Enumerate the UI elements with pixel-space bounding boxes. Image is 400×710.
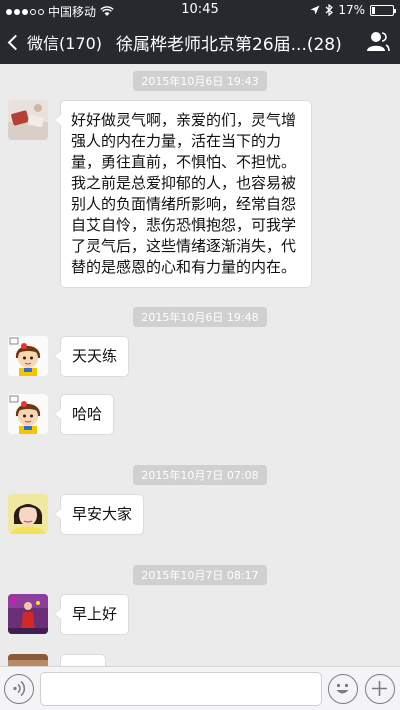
back-label: 微信(170): [27, 34, 103, 53]
photo-avatar-icon: [8, 654, 48, 666]
message-bubble[interactable]: [60, 654, 106, 666]
emoji-icon: [336, 683, 349, 694]
message-bubble[interactable]: 早上好: [53, 594, 130, 635]
voice-icon: [13, 680, 26, 697]
location-arrow-icon: [310, 5, 320, 15]
cartoon-girl-avatar-icon: [8, 394, 48, 434]
timestamp-label: 2015年10月6日 19:43: [133, 71, 267, 91]
message-bubble[interactable]: 哈哈: [53, 394, 115, 435]
message-row: 早安大家: [8, 494, 145, 535]
chevron-left-icon: [7, 34, 24, 50]
timestamp: 2015年10月7日 07:08: [0, 464, 400, 485]
timestamp-label: 2015年10月7日 07:08: [133, 465, 267, 485]
avatar[interactable]: [8, 654, 48, 666]
people-icon[interactable]: [366, 30, 390, 52]
voice-button[interactable]: [4, 674, 34, 704]
status-right: 17%: [310, 3, 396, 17]
plus-button[interactable]: [365, 674, 395, 704]
message-row-partial: [8, 654, 106, 666]
timestamp: 2015年10月6日 19:48: [0, 306, 400, 327]
emoji-button[interactable]: [328, 674, 358, 704]
timestamp-label: 2015年10月7日 08:17: [133, 565, 267, 585]
message-row: 哈哈: [8, 394, 115, 435]
battery-icon: [370, 4, 396, 16]
cartoon-girl-avatar-icon: [8, 336, 48, 376]
avatar[interactable]: [8, 100, 48, 140]
message-bubble[interactable]: 早安大家: [53, 494, 145, 535]
bluetooth-icon: [325, 4, 334, 16]
message-row: 好好做灵气啊，亲爱的们，灵气增强人的内在力量，活在当下的力量，勇往直前，不惧怕、…: [8, 100, 312, 288]
top-bar: 中国移动 10:45 17% 微信(170) 徐属桦老师北京第26届...(28…: [0, 0, 400, 64]
avatar-photo-icon: [8, 100, 48, 140]
plus-icon: [372, 681, 387, 696]
timestamp: 2015年10月7日 08:17: [0, 564, 400, 585]
woman-photo-avatar-icon: [8, 494, 48, 534]
nav-bar: 微信(170) 徐属桦老师北京第26届...(28): [0, 20, 400, 64]
chat-area[interactable]: 2015年10月6日 19:43 好好做灵气啊，亲爱的们，灵气增强人的内在力量，…: [0, 64, 400, 666]
message-input[interactable]: [40, 672, 322, 706]
avatar[interactable]: [8, 336, 48, 376]
timestamp-label: 2015年10月6日 19:48: [133, 307, 267, 327]
battery-percent: 17%: [338, 3, 365, 17]
input-bar: [0, 666, 400, 710]
message-row: 早上好: [8, 594, 130, 635]
message-row: 天天练: [8, 336, 130, 377]
chat-title: 徐属桦老师北京第26届...(28): [116, 35, 342, 55]
status-bar: 中国移动 10:45 17%: [0, 0, 400, 20]
message-bubble[interactable]: 好好做灵气啊，亲爱的们，灵气增强人的内在力量，活在当下的力量，勇往直前，不惧怕、…: [54, 100, 312, 288]
message-bubble[interactable]: 天天练: [53, 336, 130, 377]
avatar[interactable]: [8, 494, 48, 534]
stage-photo-avatar-icon: [8, 594, 48, 634]
back-button[interactable]: 微信(170): [7, 30, 103, 54]
timestamp: 2015年10月6日 19:43: [0, 70, 400, 91]
avatar[interactable]: [8, 394, 48, 434]
avatar[interactable]: [8, 594, 48, 634]
